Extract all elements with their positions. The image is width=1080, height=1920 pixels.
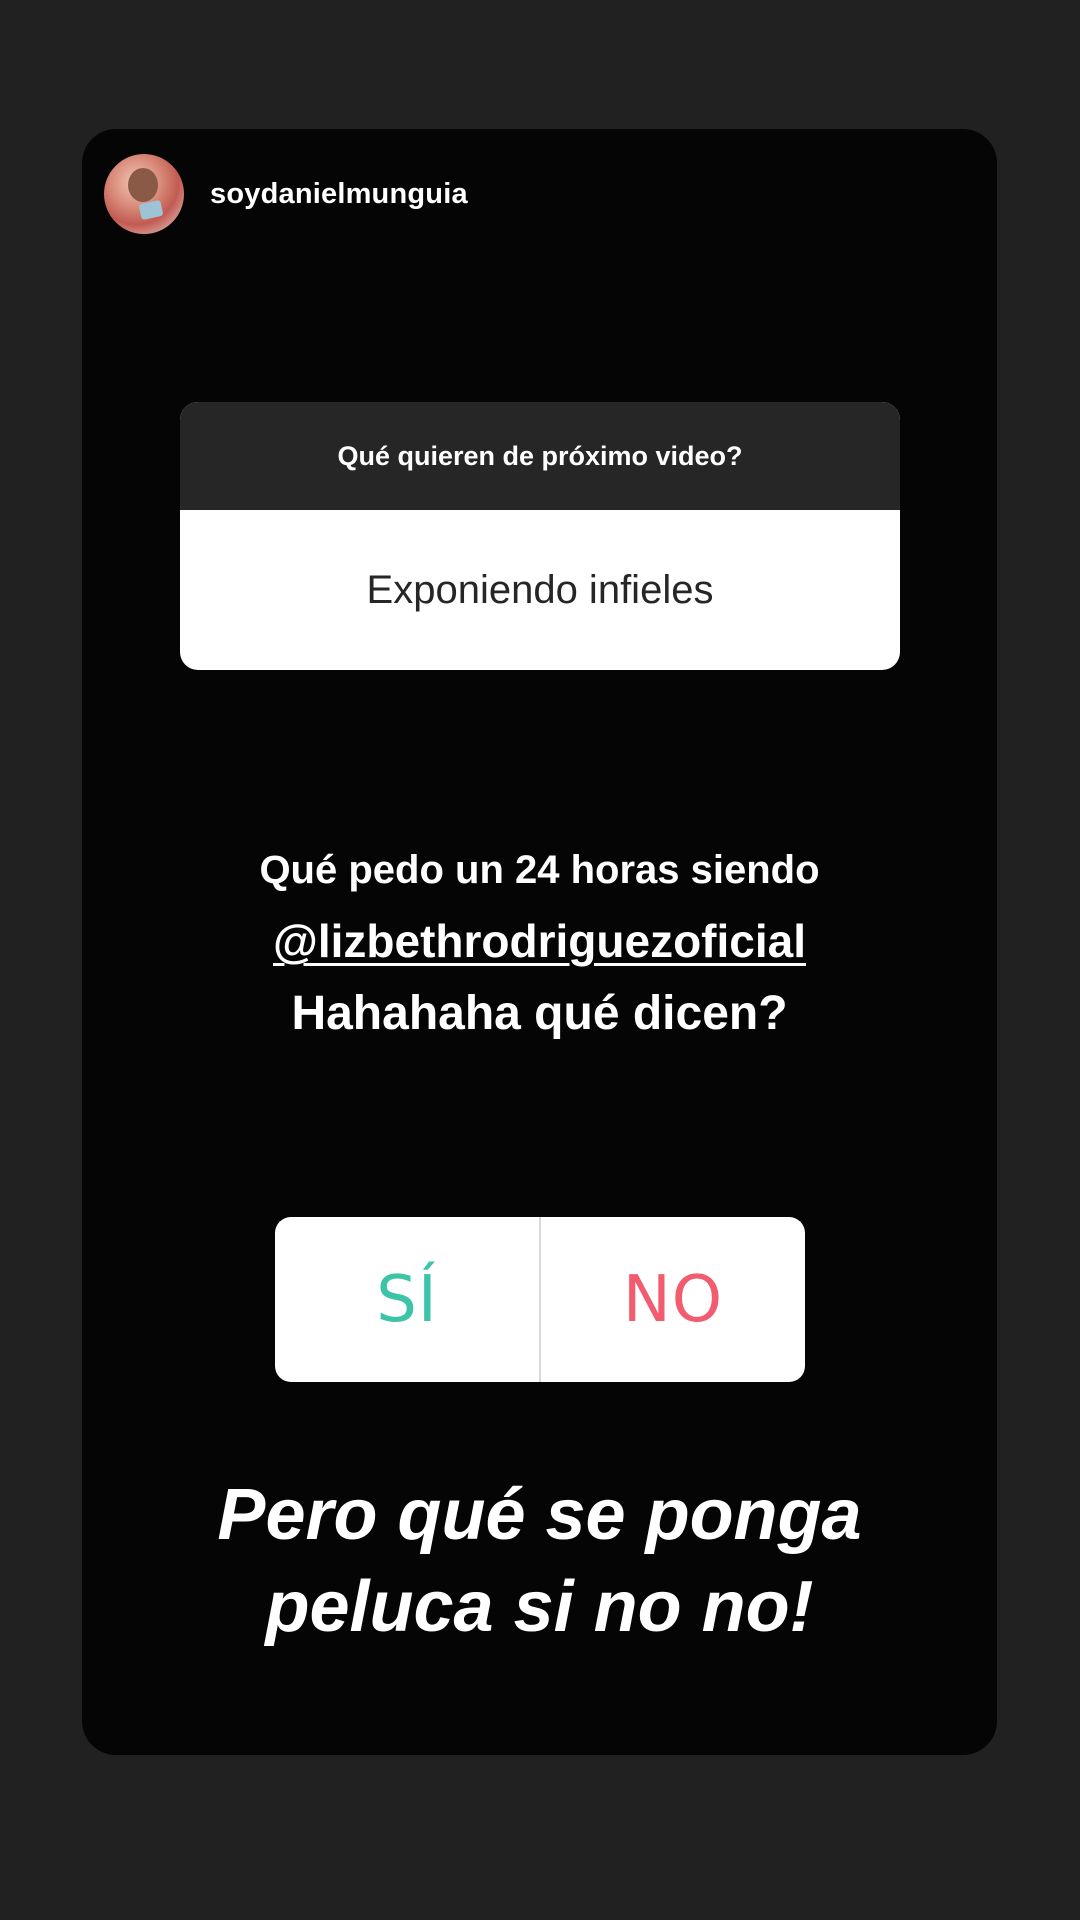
footer-caption: Pero qué se ponga peluca si no no! (82, 1469, 997, 1653)
profile-avatar[interactable] (104, 154, 184, 234)
footer-caption-line-2: peluca si no no! (265, 1567, 814, 1647)
story-header: soydanielmunguia (104, 154, 468, 234)
avatar-face (128, 168, 158, 202)
poll-yes-button[interactable]: SÍ (275, 1217, 539, 1382)
question-sticker[interactable]: Qué quieren de próximo video? Exponiendo… (180, 402, 900, 670)
avatar-phone (138, 199, 164, 221)
caption-line-2: @lizbethrodriguezoficial (82, 905, 997, 977)
poll-no-button[interactable]: NO (541, 1217, 805, 1382)
story-caption: Qué pedo un 24 horas siendo @lizbethrodr… (82, 835, 997, 1051)
question-answer: Exponiendo infieles (366, 567, 714, 612)
story-card: soydanielmunguia Qué quieren de próximo … (82, 129, 997, 1755)
username-label[interactable]: soydanielmunguia (210, 178, 468, 211)
poll-sticker: SÍ NO (275, 1217, 805, 1382)
caption-line-3: Hahahaha qué dicen? (291, 987, 788, 1040)
mention-link[interactable]: @lizbethrodriguezoficial (273, 915, 806, 967)
footer-caption-line-1: Pero qué se ponga (217, 1475, 862, 1555)
question-prompt: Qué quieren de próximo video? (180, 402, 900, 510)
caption-line-1: Qué pedo un 24 horas siendo (259, 848, 820, 892)
